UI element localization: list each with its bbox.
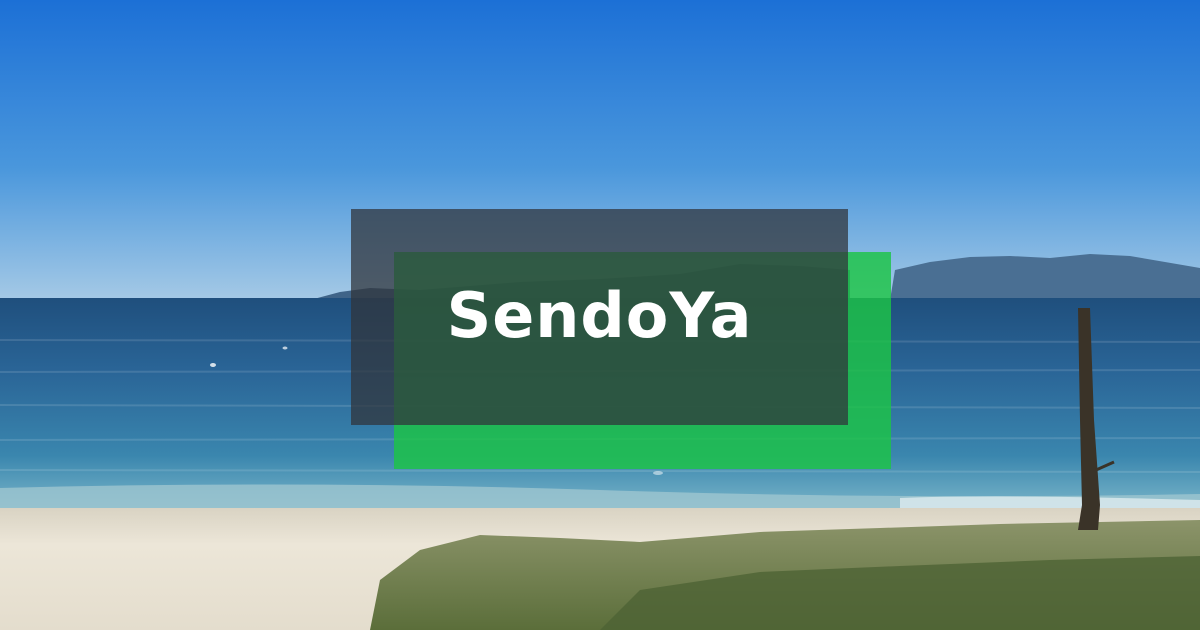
sea: [0, 298, 1200, 508]
beach-scene-background: [0, 0, 1200, 630]
